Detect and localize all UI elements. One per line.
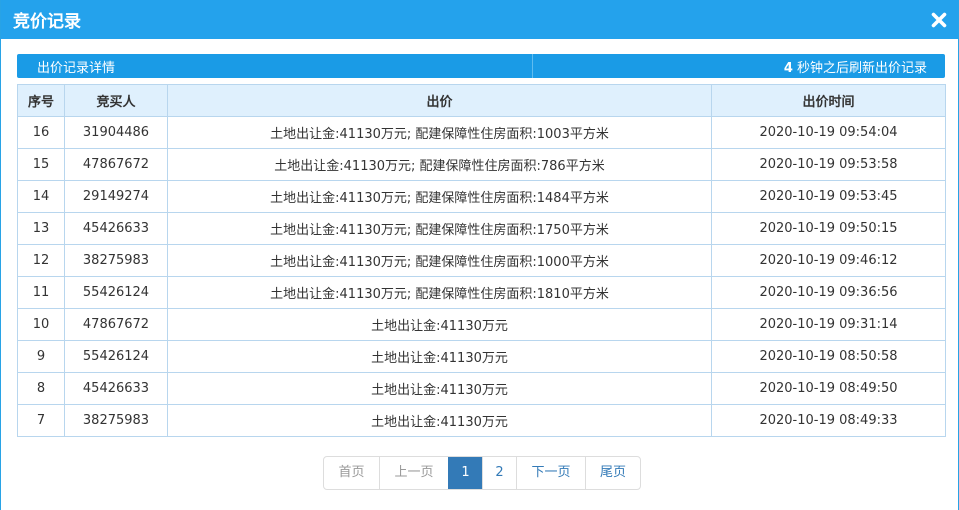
pagination: 首页 上一页 1 2 下一页 尾页 [323, 456, 641, 490]
next-page-button[interactable]: 下一页 [516, 457, 585, 489]
cell-time: 2020-10-19 09:50:15 [711, 212, 946, 245]
cell-time: 2020-10-19 09:53:45 [711, 180, 946, 213]
cell-seq: 16 [17, 116, 65, 149]
cell-time: 2020-10-19 08:49:50 [711, 372, 946, 405]
close-icon[interactable] [929, 10, 949, 30]
page-button-1[interactable]: 1 [448, 457, 482, 489]
bid-records-table: 序号 竞买人 出价 出价时间 16 31904486 土地出让金:41130万元… [17, 84, 946, 437]
cell-seq: 7 [17, 404, 65, 437]
cell-seq: 14 [17, 180, 65, 213]
column-header-time: 出价时间 [711, 84, 946, 117]
cell-seq: 8 [17, 372, 65, 405]
cell-bid: 土地出让金:41130万元; 配建保障性住房面积:1003平方米 [167, 116, 712, 149]
cell-time: 2020-10-19 08:49:33 [711, 404, 946, 437]
cell-bid: 土地出让金:41130万元; 配建保障性住房面积:1750平方米 [167, 212, 712, 245]
refresh-countdown-text: 4 秒钟之后刷新出价记录 [784, 57, 927, 76]
cell-time: 2020-10-19 08:50:58 [711, 340, 946, 373]
column-header-seq: 序号 [17, 84, 65, 117]
cell-time: 2020-10-19 09:53:58 [711, 148, 946, 181]
cell-seq: 11 [17, 276, 65, 309]
record-detail-label: 出价记录详情 [37, 60, 116, 76]
cell-seq: 12 [17, 244, 65, 277]
column-header-bidder: 竞买人 [64, 84, 168, 117]
page-button-2[interactable]: 2 [482, 457, 516, 489]
info-bar: 出价记录详情 4 秒钟之后刷新出价记录 [17, 54, 945, 78]
cell-time: 2020-10-19 09:46:12 [711, 244, 946, 277]
table-row: 7 38275983 土地出让金:41130万元 2020-10-19 08:4… [17, 404, 946, 437]
table-row: 15 47867672 土地出让金:41130万元; 配建保障性住房面积:786… [17, 148, 946, 181]
info-bar-divider [532, 54, 533, 78]
refresh-countdown-label: 秒钟之后刷新出价记录 [792, 60, 927, 76]
table-row: 9 55426124 土地出让金:41130万元 2020-10-19 08:5… [17, 340, 946, 373]
prev-page-button[interactable]: 上一页 [379, 457, 448, 489]
cell-bidder: 38275983 [64, 404, 168, 437]
cell-seq: 15 [17, 148, 65, 181]
table-row: 14 29149274 土地出让金:41130万元; 配建保障性住房面积:148… [17, 180, 946, 213]
cell-bidder: 29149274 [64, 180, 168, 213]
table-row: 10 47867672 土地出让金:41130万元 2020-10-19 09:… [17, 308, 946, 341]
table-row: 12 38275983 土地出让金:41130万元; 配建保障性住房面积:100… [17, 244, 946, 277]
cell-bid: 土地出让金:41130万元 [167, 404, 712, 437]
cell-bid: 土地出让金:41130万元; 配建保障性住房面积:786平方米 [167, 148, 712, 181]
table-row: 11 55426124 土地出让金:41130万元; 配建保障性住房面积:181… [17, 276, 946, 309]
cell-bid: 土地出让金:41130万元 [167, 340, 712, 373]
refresh-countdown-seconds: 4 [783, 60, 793, 76]
cell-time: 2020-10-19 09:31:14 [711, 308, 946, 341]
cell-bidder: 45426633 [64, 212, 168, 245]
cell-bid: 土地出让金:41130万元; 配建保障性住房面积:1810平方米 [167, 276, 712, 309]
cell-bidder: 31904486 [64, 116, 168, 149]
cell-bidder: 47867672 [64, 308, 168, 341]
dialog-titlebar: 竞价记录 [1, 0, 958, 39]
bid-record-dialog: 竞价记录 出价记录详情 4 秒钟之后刷新出价记录 序号 竞买人 出价 出价时间 [0, 0, 959, 510]
cell-bidder: 55426124 [64, 276, 168, 309]
cell-seq: 13 [17, 212, 65, 245]
cell-seq: 9 [17, 340, 65, 373]
cell-bid: 土地出让金:41130万元 [167, 308, 712, 341]
cell-bidder: 55426124 [64, 340, 168, 373]
table-row: 8 45426633 土地出让金:41130万元 2020-10-19 08:4… [17, 372, 946, 405]
cell-bid: 土地出让金:41130万元; 配建保障性住房面积:1000平方米 [167, 244, 712, 277]
last-page-button[interactable]: 尾页 [585, 457, 640, 489]
cell-bid: 土地出让金:41130万元 [167, 372, 712, 405]
cell-seq: 10 [17, 308, 65, 341]
cell-time: 2020-10-19 09:54:04 [711, 116, 946, 149]
table-row: 16 31904486 土地出让金:41130万元; 配建保障性住房面积:100… [17, 116, 946, 149]
cell-time: 2020-10-19 09:36:56 [711, 276, 946, 309]
dialog-title: 竞价记录 [13, 12, 81, 32]
cell-bid: 土地出让金:41130万元; 配建保障性住房面积:1484平方米 [167, 180, 712, 213]
cell-bidder: 47867672 [64, 148, 168, 181]
table-row: 13 45426633 土地出让金:41130万元; 配建保障性住房面积:175… [17, 212, 946, 245]
table-header-row: 序号 竞买人 出价 出价时间 [17, 84, 946, 117]
cell-bidder: 45426633 [64, 372, 168, 405]
cell-bidder: 38275983 [64, 244, 168, 277]
column-header-bid: 出价 [167, 84, 712, 117]
first-page-button[interactable]: 首页 [324, 457, 379, 489]
